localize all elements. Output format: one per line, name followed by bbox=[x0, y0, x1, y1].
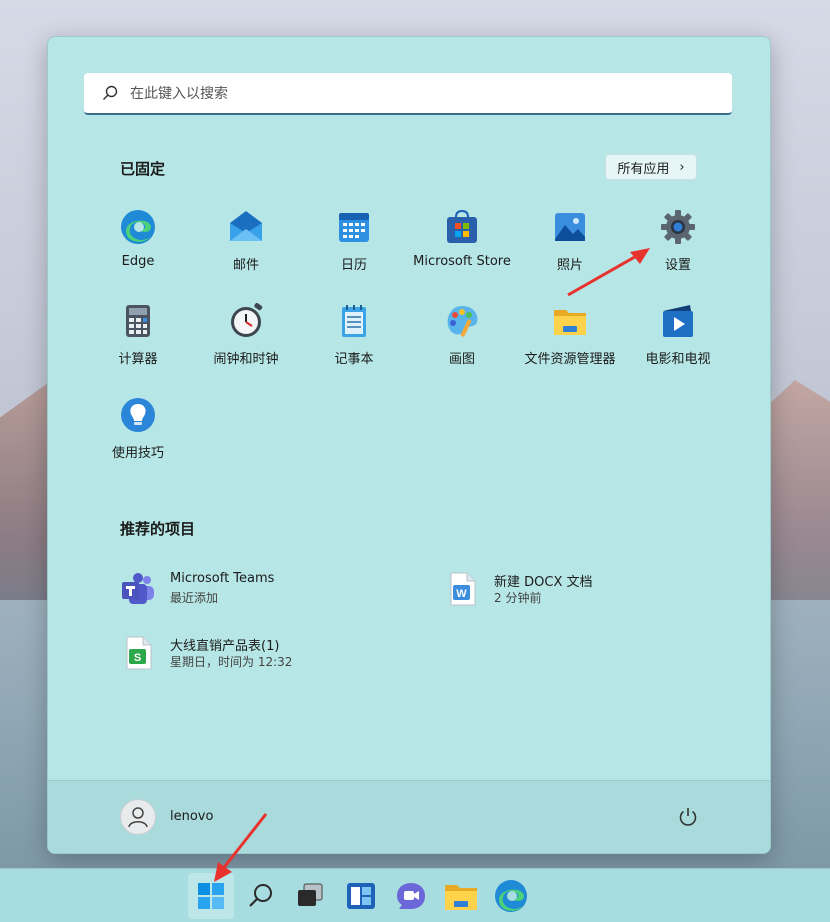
user-icon bbox=[128, 807, 148, 828]
edge-icon bbox=[121, 210, 155, 244]
power-icon[interactable] bbox=[676, 805, 700, 829]
app-label: 记事本 bbox=[334, 352, 374, 367]
recommended-item-name: 大线直销产品表(1) bbox=[170, 639, 280, 654]
user-name[interactable]: lenovo bbox=[170, 809, 213, 824]
app-tile-edge[interactable]: Edge bbox=[84, 209, 192, 281]
photos-icon bbox=[555, 213, 585, 241]
recommended-item-name: 新建 DOCX 文档 bbox=[494, 575, 593, 590]
spreadsheet-icon: S bbox=[126, 636, 152, 670]
search-placeholder: 在此键入以搜索 bbox=[130, 86, 228, 102]
app-tile-notepad[interactable]: 记事本 bbox=[300, 303, 408, 375]
chevron-right-icon: › bbox=[679, 159, 685, 175]
mail-icon bbox=[230, 211, 262, 241]
calendar-icon bbox=[339, 213, 369, 242]
paint-icon bbox=[447, 306, 478, 337]
recommended-item-subtitle: 星期日，时间为 12:32 bbox=[170, 655, 293, 669]
app-tile-mail[interactable]: 邮件 bbox=[192, 209, 300, 281]
app-tile-calendar[interactable]: 日历 bbox=[300, 209, 408, 281]
recommended-item-spreadsheet[interactable]: S 大线直销产品表(1) 星期日，时间为 12:32 bbox=[120, 631, 380, 675]
search-icon[interactable] bbox=[243, 878, 279, 914]
app-label: Edge bbox=[121, 254, 155, 269]
search-icon bbox=[103, 85, 118, 100]
app-tile-calculator[interactable]: 计算器 bbox=[84, 303, 192, 375]
app-tile-movies-tv[interactable]: 电影和电视 bbox=[624, 303, 732, 375]
windows-start-icon[interactable] bbox=[193, 878, 229, 914]
clock-icon bbox=[231, 303, 263, 337]
app-label: 闹钟和时钟 bbox=[213, 352, 279, 367]
app-label: 使用技巧 bbox=[111, 446, 164, 461]
app-tile-paint[interactable]: 画图 bbox=[408, 303, 516, 375]
recommended-title: 推荐的项目 bbox=[120, 520, 196, 538]
app-label: 画图 bbox=[448, 352, 475, 367]
avatar[interactable] bbox=[120, 799, 156, 835]
svg-text:S: S bbox=[134, 652, 141, 664]
app-label: Microsoft Store bbox=[413, 254, 511, 269]
file-explorer-icon[interactable] bbox=[443, 878, 479, 914]
app-label: 设置 bbox=[664, 258, 691, 273]
folder-icon bbox=[554, 310, 586, 335]
app-label: 邮件 bbox=[232, 258, 259, 273]
movies-icon bbox=[663, 305, 693, 337]
edge-icon[interactable] bbox=[493, 878, 529, 914]
search-input[interactable]: 在此键入以搜索 bbox=[84, 73, 732, 115]
tips-icon bbox=[121, 398, 155, 432]
widgets-icon[interactable] bbox=[343, 878, 379, 914]
word-document-icon: W bbox=[450, 572, 476, 606]
teams-icon bbox=[122, 573, 154, 604]
recommended-item-teams[interactable]: Microsoft Teams 最近添加 bbox=[120, 567, 380, 611]
all-apps-button[interactable]: 所有应用 › bbox=[605, 154, 697, 180]
pinned-title: 已固定 bbox=[120, 160, 166, 178]
all-apps-label: 所有应用 bbox=[617, 161, 670, 177]
app-label: 照片 bbox=[556, 258, 583, 273]
app-label: 计算器 bbox=[118, 352, 158, 367]
app-tile-store[interactable]: Microsoft Store bbox=[408, 209, 516, 281]
recommended-item-subtitle: 2 分钟前 bbox=[494, 591, 542, 605]
notepad-icon bbox=[342, 305, 366, 337]
chat-icon[interactable] bbox=[393, 878, 429, 914]
recommended-item-subtitle: 最近添加 bbox=[170, 591, 219, 605]
store-icon bbox=[447, 209, 477, 243]
app-tile-file-explorer[interactable]: 文件资源管理器 bbox=[516, 303, 624, 375]
app-label: 日历 bbox=[340, 258, 367, 273]
app-label: 电影和电视 bbox=[645, 352, 711, 367]
recommended-item-docx[interactable]: W 新建 DOCX 文档 2 分钟前 bbox=[444, 567, 704, 611]
task-view-icon[interactable] bbox=[293, 878, 329, 914]
svg-text:W: W bbox=[456, 588, 467, 600]
app-label: 文件资源管理器 bbox=[524, 352, 616, 367]
recommended-item-name: Microsoft Teams bbox=[170, 571, 275, 586]
start-menu: 在此键入以搜索 已固定 所有应用 › Edge 邮件 日历 Microsoft … bbox=[47, 36, 771, 854]
start-menu-footer: lenovo bbox=[48, 780, 770, 853]
app-tile-tips[interactable]: 使用技巧 bbox=[84, 397, 192, 469]
app-tile-clock[interactable]: 闹钟和时钟 bbox=[192, 303, 300, 375]
gear-icon bbox=[661, 210, 695, 244]
calculator-icon bbox=[126, 305, 150, 337]
app-tile-photos[interactable]: 照片 bbox=[516, 209, 624, 281]
taskbar bbox=[0, 868, 830, 922]
app-tile-settings[interactable]: 设置 bbox=[624, 209, 732, 281]
